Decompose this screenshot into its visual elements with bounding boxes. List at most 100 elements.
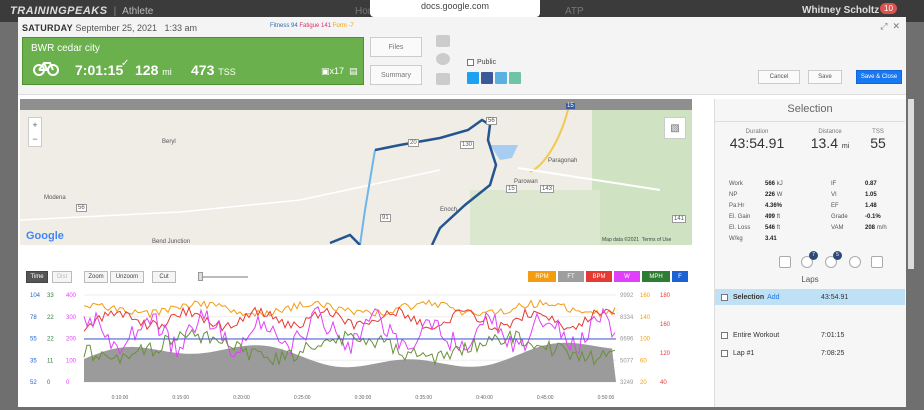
close-icon[interactable]: ✕ — [892, 21, 900, 31]
map-view-icon[interactable] — [436, 73, 450, 85]
save-button[interactable]: Save — [808, 70, 842, 84]
stat-value: 566 kJ — [765, 181, 783, 187]
files-button[interactable]: Files — [370, 37, 422, 57]
axis-tick-label: 400 — [66, 293, 77, 299]
map-terms-link[interactable]: Terms of Use — [642, 237, 671, 243]
map-canvas[interactable] — [20, 110, 692, 245]
lap-row-entire-workout[interactable]: Entire Workout 7:01:15 — [715, 327, 905, 343]
comment-bubble-icon[interactable] — [436, 53, 450, 65]
lap-checkbox[interactable] — [721, 331, 728, 339]
channel-toggle-rpm[interactable]: RPM — [528, 271, 556, 282]
time-tick-label: 0:25:00 — [294, 395, 311, 401]
channel-toggle-bpm[interactable]: BPM — [586, 271, 612, 282]
nav-atp[interactable]: ATP — [565, 6, 584, 17]
duration-stat: Duration 43:54.91 — [725, 129, 789, 151]
notification-badge[interactable]: 10 — [880, 3, 897, 14]
unzoom-button[interactable]: Unzoom — [110, 271, 144, 283]
distance-value: 128 — [135, 62, 159, 78]
map-attribution: Map data ©2021 Terms of Use — [602, 237, 672, 243]
save-close-button[interactable]: Save & Close — [856, 70, 902, 84]
workout-date-text: September 25, 2021 — [75, 23, 157, 33]
link-icon[interactable] — [495, 72, 507, 84]
stat-value: 1.48 — [865, 203, 877, 209]
lap-row-selection[interactable]: Selection Add 43:54.91 — [715, 289, 905, 305]
tss-value: 55 — [870, 135, 886, 151]
channel-toggle-w[interactable]: W — [614, 271, 640, 282]
cancel-button[interactable]: Cancel — [758, 70, 800, 84]
user-name[interactable]: Whitney Scholtz — [802, 5, 879, 16]
map-label-bend-junction: Bend Junction — [152, 239, 191, 245]
lap-checkbox[interactable] — [721, 293, 728, 301]
axis-tick-label: 200 — [66, 337, 77, 343]
chart-view-icon[interactable] — [436, 35, 450, 47]
add-lap-link[interactable]: Add — [767, 294, 779, 301]
axis-tick-label: 0 — [47, 380, 51, 386]
axis-tick-label: 35 — [30, 358, 37, 364]
stat-value: 0.87 — [865, 181, 877, 187]
divider — [715, 121, 905, 122]
cut-button[interactable]: Cut — [152, 271, 176, 283]
workout-duration: 7:01:15 — [75, 62, 124, 78]
expand-icon[interactable]: ⤢ — [880, 21, 887, 31]
road-marker-141: 141 — [672, 215, 687, 223]
public-checkbox[interactable] — [467, 59, 474, 66]
zoom-out-icon[interactable]: − — [32, 134, 37, 144]
stat-value: 546 ft — [765, 225, 781, 231]
comments-icon[interactable]: ▤ — [349, 66, 358, 77]
axis-tick-label: 140 — [640, 315, 651, 321]
time-button[interactable]: Time — [26, 271, 48, 283]
road-marker-15b: 15 — [566, 103, 575, 109]
map-label-parowan: Parowan — [514, 179, 538, 185]
axis-tick-label: 100 — [640, 337, 651, 343]
medal-icon: ▣ — [321, 66, 330, 76]
graph-canvas[interactable]: 104 78 55 35 52 33 22 22 11 0 400 300 200 100 0 9992 833… — [20, 287, 692, 407]
axis-tick-label: 22 — [47, 315, 54, 321]
settings-icon[interactable] — [871, 256, 883, 268]
lap-row-lap-1[interactable]: Lap #1 7:08:25 — [715, 345, 905, 361]
email-icon[interactable] — [509, 72, 521, 84]
zoom-in-icon[interactable]: + — [32, 120, 37, 130]
summary-button[interactable]: Summary — [370, 65, 422, 85]
stat-label: Pa:Hr — [729, 203, 745, 209]
fitness-value: Fitness 94 — [270, 23, 298, 29]
twitter-icon[interactable] — [467, 72, 479, 84]
axis-tick-label: 120 — [660, 351, 671, 357]
facebook-icon[interactable] — [481, 72, 493, 84]
workout-date: SATURDAY September 25, 2021 1:33 am — [22, 23, 197, 33]
stat-label: IF — [831, 181, 837, 187]
calendar-icon[interactable] — [779, 256, 791, 268]
route-map[interactable]: + − ▧ Beryl Modena Paragonah Parowan Enoc… — [20, 99, 692, 245]
workout-title[interactable]: BWR cedar city — [31, 43, 100, 54]
athlete-nav[interactable]: Athlete — [122, 6, 153, 17]
axis-tick-label: 8334 — [620, 315, 634, 321]
stat-label: EF — [831, 203, 839, 209]
public-toggle[interactable]: Public — [467, 59, 496, 66]
fatigue-value: Fatigue 141 — [299, 23, 332, 29]
distance-button[interactable]: Dist — [52, 271, 72, 283]
stat-label: W/kg — [729, 236, 743, 242]
tss-value: 473 — [191, 62, 215, 78]
map-zoom-controls[interactable]: + − — [28, 117, 42, 147]
channel-toggle-mph[interactable]: MPH — [642, 271, 670, 282]
stat-label: VI — [831, 192, 837, 198]
smoothing-slider[interactable] — [200, 276, 248, 278]
axis-tick-label: 180 — [660, 293, 671, 299]
axis-tick-label: 160 — [640, 293, 651, 299]
clock-icon[interactable] — [849, 256, 861, 268]
map-layers-button[interactable]: ▧ — [664, 117, 686, 139]
axis-tick-label: 11 — [47, 358, 54, 364]
kudos-count[interactable]: ▣x17 — [321, 66, 344, 77]
zoom-button[interactable]: Zoom — [84, 271, 108, 283]
workout-time: 1:33 am — [164, 23, 198, 33]
trainingpeaks-logo[interactable]: TRAININGPEAKS — [10, 5, 108, 17]
lap-checkbox[interactable] — [721, 349, 728, 357]
nav-separator: | — [113, 5, 117, 17]
panel-scrollbar[interactable] — [908, 99, 914, 269]
channel-toggle-ft[interactable]: FT — [558, 271, 584, 282]
completed-check-icon: ✓ — [121, 58, 130, 69]
distance-value: 13.4 — [810, 135, 838, 151]
channel-toggle-f[interactable]: F — [672, 271, 688, 282]
smoothing-slider-handle[interactable] — [198, 272, 203, 281]
window-controls: ⤢ ✕ — [880, 21, 900, 32]
road-marker-91: 91 — [380, 214, 391, 222]
